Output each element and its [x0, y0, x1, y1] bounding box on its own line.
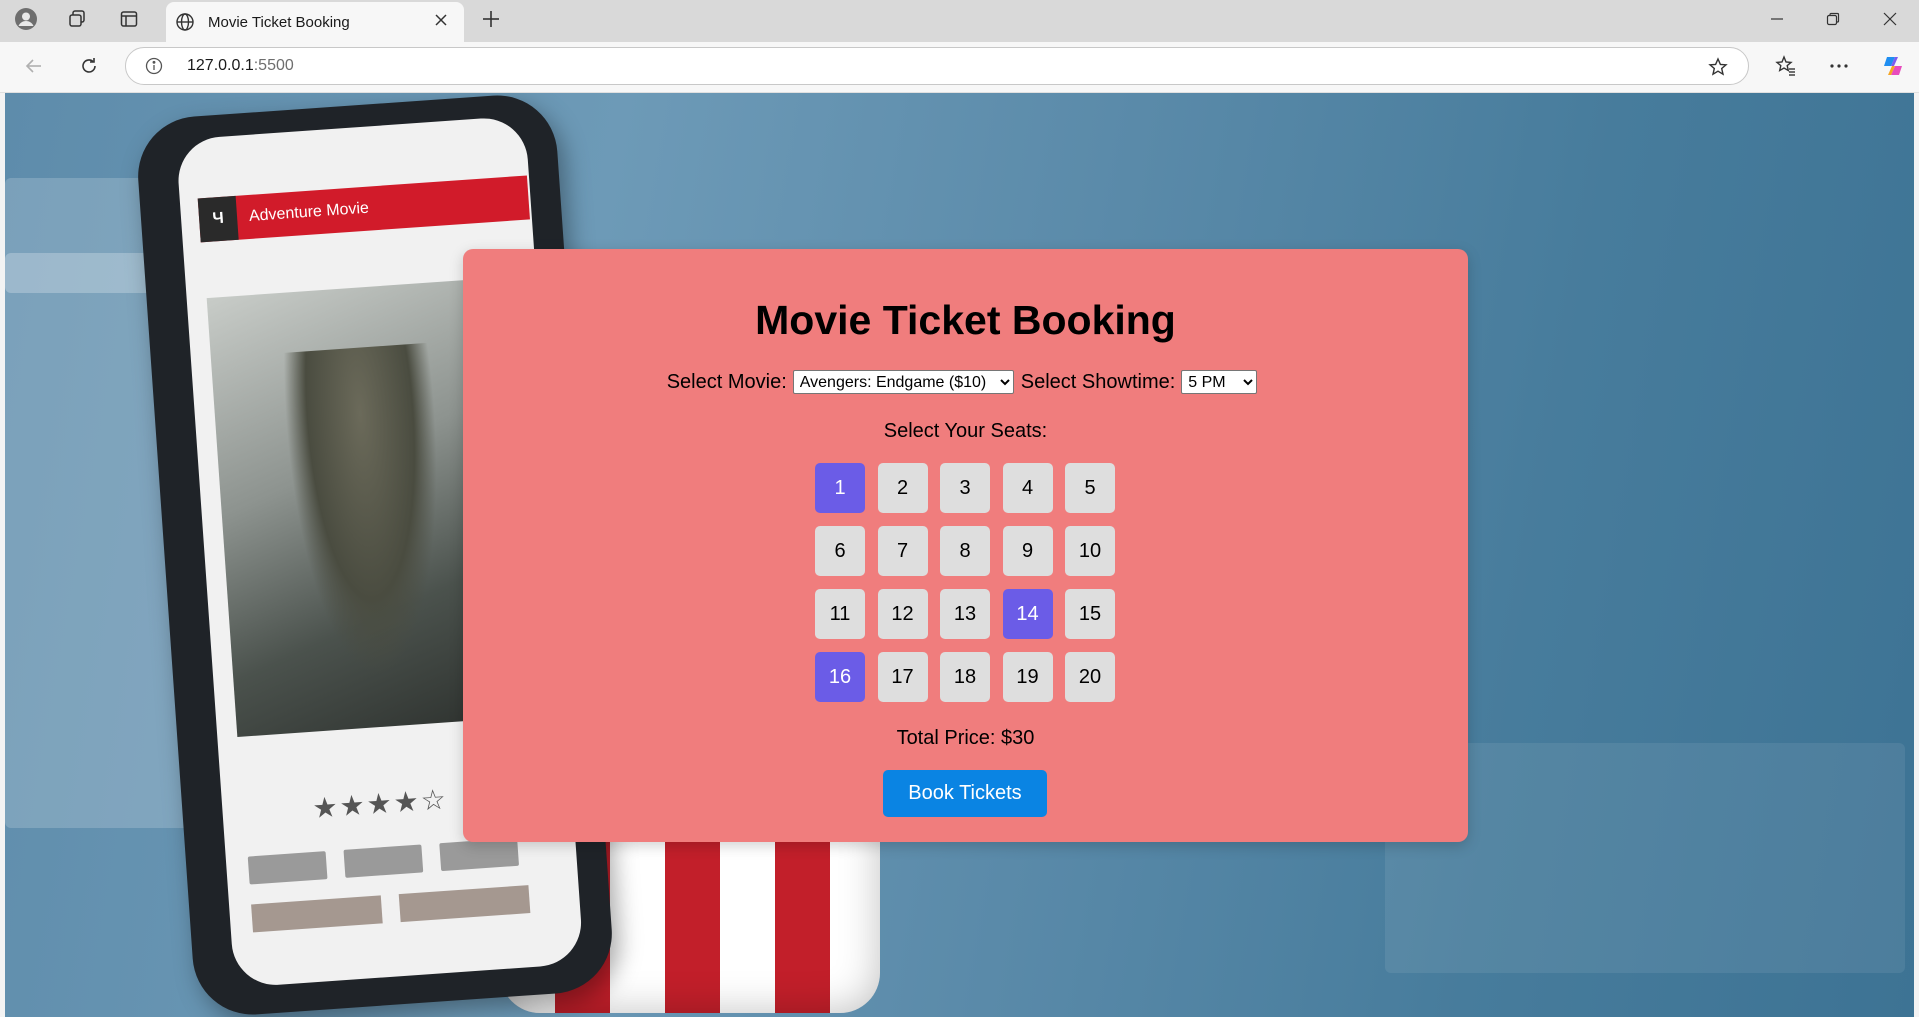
globe-icon: [174, 11, 196, 33]
seat-13[interactable]: 13: [940, 589, 990, 639]
total-price: Total Price: $30: [896, 727, 1035, 749]
close-icon: [1883, 12, 1897, 31]
restore-icon: [1826, 12, 1840, 31]
page-title: Movie Ticket Booking: [755, 297, 1176, 343]
seat-18[interactable]: 18: [940, 652, 990, 702]
active-tab[interactable]: Movie Ticket Booking: [166, 2, 464, 42]
seat-15[interactable]: 15: [1065, 589, 1115, 639]
phone-logo-icon: Ч: [197, 195, 239, 243]
restore-button[interactable]: [1810, 6, 1856, 36]
seat-6[interactable]: 6: [815, 526, 865, 576]
seat-5[interactable]: 5: [1065, 463, 1115, 513]
movie-select[interactable]: Avengers: Endgame ($10): [792, 370, 1014, 394]
book-tickets-button[interactable]: Book Tickets: [883, 770, 1047, 817]
favorites-list-icon: [1775, 54, 1797, 82]
url-text: 127.0.0.1:5500: [187, 57, 294, 75]
tab-actions-button[interactable]: [113, 6, 145, 36]
minimize-icon: [1770, 12, 1784, 31]
more-dots-icon: [1829, 56, 1849, 81]
seat-1[interactable]: 1: [815, 463, 865, 513]
bg-panel-bar: [5, 253, 165, 293]
seat-10[interactable]: 10: [1065, 526, 1115, 576]
phone-header: Ч Adventure Movie: [197, 175, 530, 243]
favorite-star-icon[interactable]: [1706, 55, 1730, 79]
booking-controls: Select Movie: Avengers: Endgame ($10) Se…: [463, 370, 1468, 394]
seat-14[interactable]: 14: [1002, 589, 1053, 639]
new-tab-button[interactable]: [476, 6, 506, 36]
seat-2[interactable]: 2: [877, 463, 928, 513]
refresh-icon: [79, 56, 99, 81]
url-port: :5500: [253, 57, 294, 74]
plus-icon: [482, 10, 500, 33]
arrow-left-icon: [24, 56, 44, 81]
settings-more-button[interactable]: [1823, 52, 1855, 84]
close-window-button[interactable]: [1867, 6, 1913, 36]
vertical-tabs-icon: [119, 9, 139, 34]
showtime-select[interactable]: 5 PM: [1181, 370, 1258, 394]
site-info-icon[interactable]: [144, 56, 164, 76]
phone-time-chip: [439, 837, 520, 872]
seat-9[interactable]: 9: [1002, 526, 1053, 576]
movie-label: Select Movie:: [666, 370, 787, 393]
seat-8[interactable]: 8: [940, 526, 990, 576]
poster-figure: [280, 342, 454, 683]
booking-card: Movie Ticket Booking Select Movie: Aveng…: [463, 249, 1468, 842]
copilot-icon: [1880, 53, 1906, 84]
browser-toolbar: 127.0.0.1:5500: [0, 42, 1919, 93]
refresh-button[interactable]: [73, 52, 105, 84]
seat-17[interactable]: 17: [877, 652, 928, 702]
seat-20[interactable]: 20: [1065, 652, 1115, 702]
seat-7[interactable]: 7: [877, 526, 928, 576]
seat-12[interactable]: 12: [877, 589, 928, 639]
seat-4[interactable]: 4: [1002, 463, 1053, 513]
workspaces-icon: [67, 9, 87, 34]
phone-stars-icon: ★★★★☆: [311, 783, 449, 824]
tab-title: Movie Ticket Booking: [208, 13, 350, 31]
phone-time-chip: [343, 844, 424, 878]
seat-grid: 1 2 3 4 5 6 7 8 9 10 11 12 13 14 15 16 17 18 19 20: [815, 463, 1115, 702]
seat-19[interactable]: 19: [1002, 652, 1053, 702]
phone-header-text: Adventure Movie: [248, 199, 370, 225]
profile-icon: [14, 7, 38, 36]
seats-label: Select Your Seats:: [883, 420, 1048, 442]
back-button[interactable]: [18, 52, 50, 84]
address-bar[interactable]: 127.0.0.1:5500: [125, 47, 1749, 85]
page-viewport: Ч Adventure Movie ★★★★☆ Movie Ticket Boo…: [5, 93, 1914, 1017]
phone-action-chip: [251, 895, 383, 933]
profile-avatar-button[interactable]: [10, 6, 42, 36]
close-icon: [434, 13, 448, 32]
seat-16[interactable]: 16: [815, 652, 865, 702]
workspaces-button[interactable]: [61, 6, 93, 36]
tab-close-button[interactable]: [428, 9, 454, 35]
seat-11[interactable]: 11: [815, 589, 865, 639]
copilot-button[interactable]: [1877, 52, 1909, 84]
seat-3[interactable]: 3: [940, 463, 990, 513]
favorites-button[interactable]: [1770, 52, 1802, 84]
tab-strip: Movie Ticket Booking: [0, 0, 1919, 42]
phone-action-chip: [398, 885, 531, 923]
minimize-button[interactable]: [1754, 6, 1800, 36]
phone-time-chip: [247, 851, 328, 885]
showtime-label: Select Showtime:: [1020, 370, 1176, 393]
url-host: 127.0.0.1: [187, 57, 254, 74]
